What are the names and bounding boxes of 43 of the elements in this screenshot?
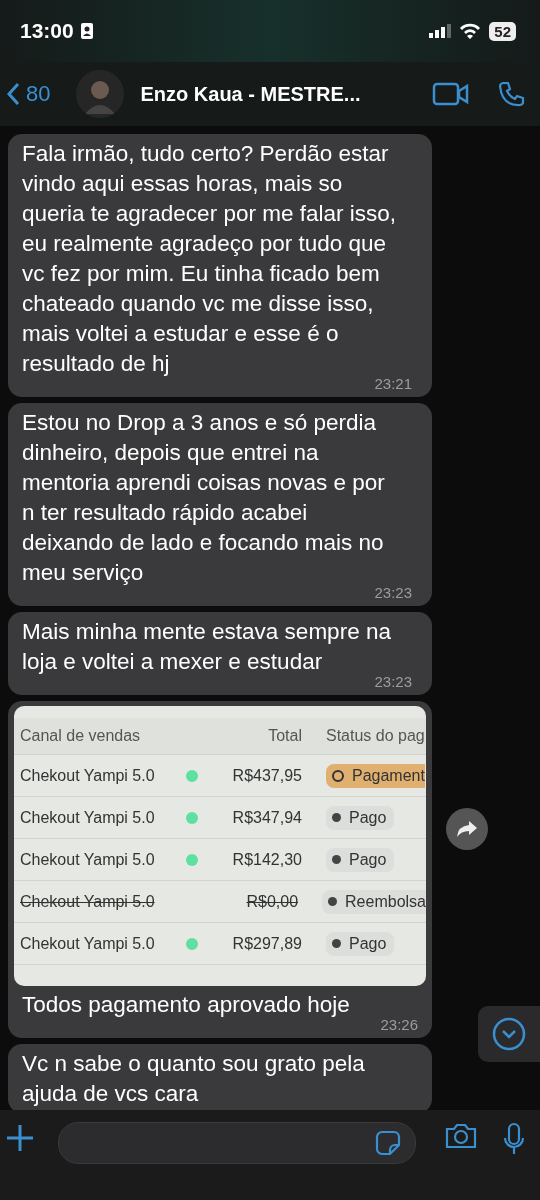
table-cell-text: Chekout Yampi 5.0 (19, 808, 156, 827)
message-input-field[interactable] (58, 1122, 416, 1164)
battery-level: 52 (489, 21, 516, 41)
table-cell-text: R$437,95 (231, 766, 302, 785)
column-header: Status do pag (325, 727, 425, 745)
table-cell-text: Chekout Yampi 5.0 (19, 934, 156, 953)
message-time: 23:23 (374, 673, 412, 691)
table-cell-text: R$142,30 (231, 850, 302, 869)
message-text: Todos pagamento aprovado hoje (21, 991, 351, 1019)
back-icon[interactable] (6, 82, 20, 106)
column-header: Total (267, 727, 302, 745)
wifi-icon (459, 23, 482, 39)
table-cell-text: Chekout Yampi 5.0 (19, 892, 156, 911)
phone-call-icon[interactable] (498, 80, 526, 108)
status-badge: Pago (326, 805, 395, 830)
sticker-icon[interactable] (375, 1130, 401, 1156)
chevron-down-icon[interactable] (492, 1017, 526, 1051)
back-button[interactable]: 80 (6, 81, 51, 107)
table-cell-text: R$347,94 (231, 808, 302, 827)
signal-icon (429, 24, 452, 38)
table-cell-text: R$297,89 (231, 934, 302, 953)
message-time: 23:26 (380, 1016, 418, 1034)
scroll-down-button[interactable] (478, 1006, 540, 1062)
status-badge: Pagament (326, 763, 425, 788)
forward-button[interactable] (446, 808, 488, 850)
contact-card-icon (79, 22, 94, 40)
message-text: Estou no Drop a 3 anos e só perdia dinheiro, depois que entrei na mentoria aprendi coisas novas e por n ter resultado rápido acabei deixando de lado e focando mais no meu serviço (22, 409, 386, 587)
forward-icon[interactable] (456, 820, 478, 838)
message-text: Fala irmão, tudo certo? Perdão estar vindo aqui essas horas, mais so queria te agradecer por me falar isso, eu realmente agradeço por tudo que vc fez por mim. Eu tinha ficado bem chateado quando vc me disse isso, mais voltei a estudar e esse é o resultado de hj (22, 140, 397, 378)
message-time: 23:23 (374, 584, 412, 602)
column-header: Canal de vendas (19, 727, 142, 745)
status-time: 13:00 (20, 19, 74, 43)
message-text: Mais minha mente estava sempre na loja e voltei a mexer e estudar (22, 618, 392, 676)
table-cell-text: R$0,00 (245, 892, 299, 911)
message-text: Vc n sabe o quanto sou grato pela ajuda de vcs cara (22, 1050, 366, 1108)
video-call-icon[interactable] (432, 82, 470, 106)
status-badge: Pago (326, 931, 395, 956)
status-badge: Reembolsa (322, 889, 426, 914)
table-cell-text: Chekout Yampi 5.0 (19, 766, 156, 785)
status-badge: Pago (326, 847, 395, 872)
contact-name[interactable]: Enzo Kaua - MESTRE... (140, 82, 424, 106)
table-cell-text: Chekout Yampi 5.0 (19, 850, 156, 869)
message-time: 23:21 (374, 375, 412, 393)
